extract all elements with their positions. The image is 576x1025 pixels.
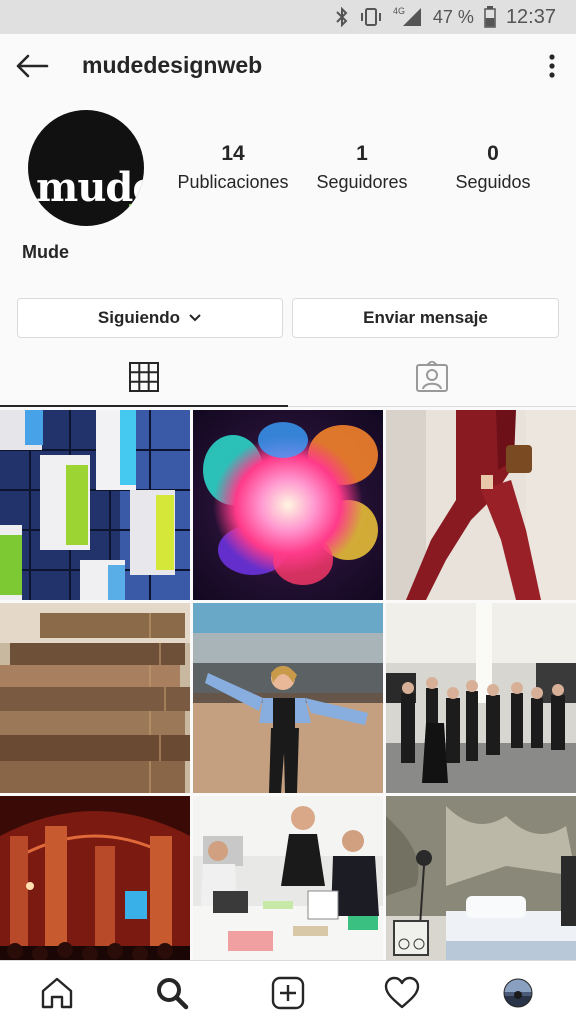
activity-heart-icon <box>384 976 420 1009</box>
more-options-icon <box>549 54 555 78</box>
post-thumbnail-3[interactable] <box>386 410 576 600</box>
status-bar: 4G 47 % 12:37 <box>0 0 576 34</box>
send-message-button[interactable]: Enviar mensaje <box>292 298 559 338</box>
following-button[interactable]: Siguiendo <box>17 298 283 338</box>
stat-posts-count: 14 <box>221 142 245 165</box>
tab-grid[interactable] <box>0 348 288 407</box>
send-message-button-label: Enviar mensaje <box>363 308 488 327</box>
stat-following-count: 0 <box>487 142 499 165</box>
profile-header: mudedesignweb <box>0 34 576 98</box>
stat-followers-count: 1 <box>356 142 368 165</box>
bottom-navigation <box>0 960 576 1025</box>
nav-activity-button[interactable] <box>382 973 422 1013</box>
bluetooth-icon <box>335 7 349 27</box>
avatar-logo-text: mude <box>36 164 144 211</box>
post-thumbnail-7[interactable] <box>0 796 190 986</box>
back-button[interactable] <box>14 48 50 84</box>
stat-posts-label: Publicaciones <box>177 172 289 192</box>
home-icon <box>41 977 73 1009</box>
search-icon <box>157 978 189 1010</box>
chevron-down-icon <box>189 314 201 322</box>
post-image-red-hall <box>0 796 190 986</box>
post-image-building-facade <box>0 410 190 600</box>
post-thumbnail-2[interactable] <box>193 410 383 600</box>
nav-home-button[interactable] <box>37 973 77 1013</box>
nav-new-post-button[interactable] <box>268 973 308 1013</box>
nav-search-button[interactable] <box>152 973 192 1013</box>
network-label: 4G <box>393 6 405 16</box>
back-arrow-icon <box>16 54 49 78</box>
post-image-design-meeting <box>193 796 383 986</box>
post-thumbnail-4[interactable] <box>0 603 190 793</box>
avatar[interactable]: mude <box>28 110 144 226</box>
post-image-woman-denim <box>193 603 383 793</box>
post-image-bedroom <box>386 796 576 986</box>
profile-username: mudedesignweb <box>82 52 263 78</box>
profile-avatar-icon <box>503 978 533 1008</box>
new-post-icon <box>271 976 305 1010</box>
tab-tagged[interactable] <box>288 348 576 406</box>
tagged-photos-icon <box>416 361 448 392</box>
post-thumbnail-1[interactable] <box>0 410 190 600</box>
post-thumbnail-8[interactable] <box>193 796 383 986</box>
stat-following-label: Seguidos <box>455 172 531 192</box>
avatar-logo-dot <box>129 204 134 209</box>
stat-followers-label: Seguidores <box>316 172 408 192</box>
profile-display-name: Mude <box>22 242 69 262</box>
stat-following[interactable]: 0 Seguidos <box>440 142 546 193</box>
battery-icon <box>484 6 496 28</box>
post-thumbnail-9[interactable] <box>386 796 576 986</box>
post-thumbnail-5[interactable] <box>193 603 383 793</box>
post-image-red-suit <box>386 410 576 600</box>
post-image-color-explosion <box>193 410 383 600</box>
stat-followers[interactable]: 1 Seguidores <box>308 142 416 193</box>
vibrate-icon <box>359 7 383 27</box>
following-button-label: Siguiendo <box>97 308 181 327</box>
more-options-button[interactable] <box>540 48 564 84</box>
stat-posts[interactable]: 14 Publicaciones <box>168 142 298 193</box>
post-image-fashion-event <box>386 603 576 793</box>
profile-tabs <box>0 348 576 407</box>
post-thumbnail-6[interactable] <box>386 603 576 793</box>
battery-percentage: 47 % <box>432 6 474 27</box>
signal-icon: 4G <box>393 6 423 28</box>
grid-icon <box>129 362 159 392</box>
clock: 12:37 <box>505 5 556 28</box>
nav-profile-button[interactable] <box>498 973 538 1013</box>
post-image-old-books <box>0 603 190 793</box>
